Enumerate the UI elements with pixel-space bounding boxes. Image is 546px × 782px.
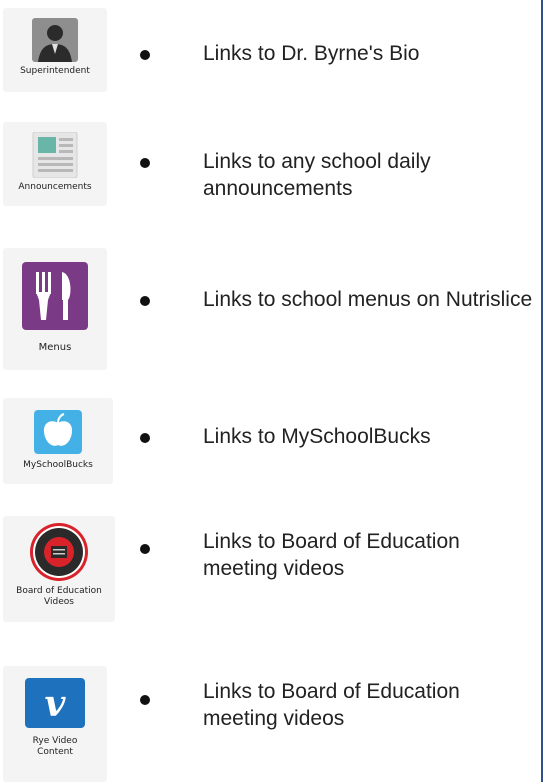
- svg-text:v: v: [45, 683, 67, 725]
- newspaper-icon: [31, 132, 79, 178]
- tile-caption: Board of Education Videos: [16, 586, 102, 607]
- right-border: [541, 0, 543, 782]
- bullet: [140, 433, 150, 443]
- bullet: [140, 158, 150, 168]
- list-item: Menus Links to school menus on Nutrislic…: [0, 248, 540, 370]
- list-item: Announcements Links to any school daily …: [0, 122, 540, 206]
- item-description: Links to Board of Education meeting vide…: [203, 680, 460, 730]
- tile-caption: Superintendent: [20, 66, 90, 76]
- list-item: Board of Education Videos Links to Board…: [0, 516, 540, 622]
- bullet: [140, 695, 150, 705]
- tile-caption: Rye Video Content: [32, 736, 78, 757]
- superintendent-avatar-icon: [32, 18, 78, 62]
- announcements-tile[interactable]: Announcements: [3, 122, 107, 206]
- item-description: Links to Dr. Byrne's Bio: [203, 42, 420, 65]
- item-description: Links to Board of Education meeting vide…: [203, 530, 460, 580]
- bullet: [140, 50, 150, 60]
- tile-caption: MySchoolBucks: [23, 460, 93, 470]
- superintendent-tile[interactable]: Superintendent: [3, 8, 107, 92]
- tile-caption: Announcements: [18, 182, 92, 192]
- item-description: Links to any school daily announcements: [203, 150, 431, 200]
- apple-icon: [34, 410, 82, 454]
- myschoolbucks-tile[interactable]: MySchoolBucks: [3, 398, 113, 484]
- tile-caption: Menus: [38, 342, 72, 353]
- rye-video-content-tile[interactable]: v Rye Video Content: [3, 666, 107, 782]
- vimeo-icon: v: [25, 678, 85, 728]
- list-item: Superintendent Links to Dr. Byrne's Bio: [0, 8, 540, 92]
- list-item: MySchoolBucks Links to MySchoolBucks: [0, 398, 540, 484]
- item-description: Links to school menus on Nutrislice: [203, 288, 533, 311]
- bullet: [140, 296, 150, 306]
- item-description: Links to MySchoolBucks: [203, 425, 431, 448]
- bullet: [140, 544, 150, 554]
- district-seal-icon: [29, 522, 89, 582]
- fork-knife-icon: [22, 262, 88, 330]
- board-of-education-videos-tile[interactable]: Board of Education Videos: [3, 516, 115, 622]
- menus-tile[interactable]: Menus: [3, 248, 107, 370]
- list-item: v Rye Video Content Links to Board of Ed…: [0, 666, 540, 782]
